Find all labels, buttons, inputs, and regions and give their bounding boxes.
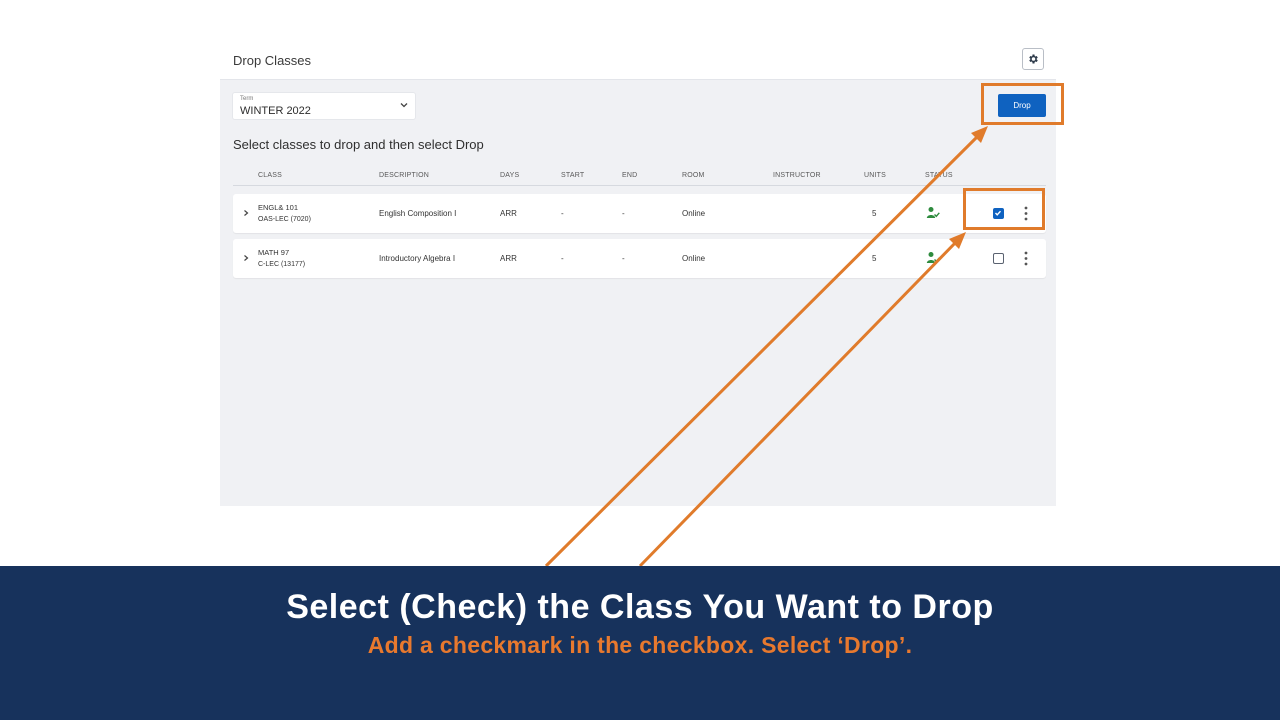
arrow-to-drop-button [544,132,982,568]
instruction-banner: Select (Check) the Class You Want to Dro… [0,566,1280,720]
banner-subtitle: Add a checkmark in the checkbox. Select … [367,632,913,658]
arrow-to-checkbox [638,238,960,568]
banner-title: Select (Check) the Class You Want to Dro… [286,588,994,626]
